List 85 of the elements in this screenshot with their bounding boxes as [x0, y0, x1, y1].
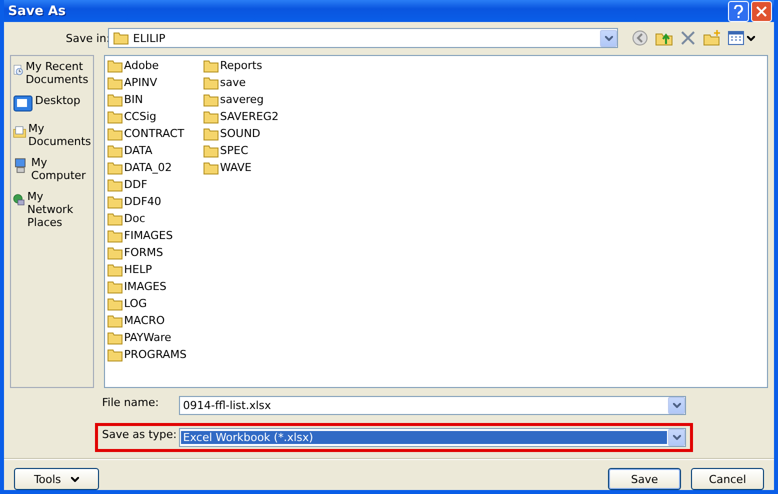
folder-name[interactable]: FORMS — [124, 246, 164, 259]
folder-name[interactable]: PAYWare — [124, 331, 172, 344]
delete-icon — [681, 31, 695, 45]
caret-icon — [71, 476, 80, 482]
folder-icon — [203, 58, 219, 72]
folder-name[interactable]: FIMAGES — [124, 229, 173, 242]
folder-name[interactable]: SOUND — [220, 127, 260, 140]
folder-name[interactable]: IMAGES — [124, 280, 167, 293]
file-type-dropdown[interactable]: Excel Workbook (*.xlsx) — [179, 428, 686, 447]
folder-name[interactable]: SPEC — [220, 144, 248, 157]
places-item[interactable]: My Recent Documents — [11, 58, 93, 88]
close-button[interactable] — [751, 0, 772, 22]
views-button[interactable] — [726, 28, 756, 48]
folder-name[interactable]: CONTRACT — [124, 127, 184, 140]
folder-name[interactable]: MACRO — [124, 314, 165, 327]
folder-icon — [203, 160, 219, 174]
folder-icon — [203, 126, 219, 140]
dropdown-button[interactable] — [668, 397, 685, 414]
folder-icon — [107, 144, 123, 158]
caret-icon — [604, 36, 612, 40]
caret-icon — [672, 435, 680, 440]
close-icon — [756, 6, 767, 16]
folder-name[interactable]: DATA_02 — [124, 161, 172, 174]
folder-name[interactable]: save — [220, 76, 246, 89]
folder-name[interactable]: DDF40 — [124, 195, 162, 208]
folder-icon — [107, 280, 123, 294]
folder-name[interactable]: PROGRAMS — [124, 348, 187, 361]
help-button[interactable] — [728, 0, 749, 22]
folder-icon — [203, 92, 219, 106]
caret-icon — [746, 36, 754, 40]
folder-icon — [107, 296, 123, 310]
folder-icon — [113, 31, 129, 45]
field-label: Save as type: — [102, 428, 178, 441]
folder-icon — [107, 178, 123, 192]
window-title: Save As — [8, 4, 66, 18]
dropdown-button[interactable] — [600, 30, 617, 46]
tools-button[interactable]: Tools — [14, 468, 99, 490]
dropdown-button[interactable] — [668, 429, 685, 446]
folder-name[interactable]: CCSig — [124, 110, 156, 123]
folder-icon — [107, 110, 123, 124]
folder-name[interactable]: LOG — [124, 297, 147, 310]
save-in-value: ELILIP — [133, 32, 166, 44]
places-item[interactable]: My Documents — [11, 120, 93, 150]
save-button[interactable]: Save — [608, 468, 681, 490]
folder-icon — [107, 126, 123, 140]
desktop-icon — [13, 94, 33, 114]
folder-icon — [107, 262, 123, 276]
folder-name[interactable]: WAVE — [220, 161, 252, 174]
folder-name[interactable]: Doc — [124, 212, 146, 225]
places-item[interactable]: My Computer — [11, 154, 93, 184]
folder-icon — [107, 212, 123, 226]
folder-icon — [107, 194, 123, 208]
help-icon — [734, 4, 743, 18]
folder-icon — [107, 58, 123, 72]
field-label: File name: — [102, 396, 160, 409]
folder-icon — [107, 314, 123, 328]
file-name-field[interactable]: 0914-ffl-list.xlsx — [179, 396, 686, 415]
folder-name[interactable]: BIN — [124, 93, 144, 106]
new-folder-icon — [703, 30, 721, 46]
folder-name[interactable]: Adobe — [124, 59, 159, 72]
back-button[interactable] — [630, 28, 650, 48]
folder-name[interactable]: HELP — [124, 263, 152, 276]
folder-icon — [107, 246, 123, 260]
folder-icon — [203, 110, 219, 124]
folder-name[interactable]: DATA — [124, 144, 152, 157]
folder-icon — [107, 348, 123, 362]
folder-name[interactable]: Reports — [220, 59, 262, 72]
places-item[interactable]: Desktop — [11, 92, 93, 116]
save-in-dropdown[interactable]: ELILIP — [108, 28, 618, 48]
places-item[interactable]: My Network Places — [11, 188, 93, 231]
folder-icon — [107, 330, 123, 344]
new-folder-button[interactable] — [702, 28, 722, 48]
caret-icon — [672, 403, 680, 408]
folder-icon — [107, 228, 123, 242]
folder-icon — [203, 144, 219, 158]
folder-icon — [107, 76, 123, 90]
folder-icon — [107, 92, 123, 106]
views-icon — [728, 31, 744, 45]
folder-name[interactable]: SAVEREG2 — [220, 110, 279, 123]
folder-name[interactable]: DDF — [124, 178, 148, 191]
folder-icon — [203, 76, 219, 90]
folder-name[interactable]: APINV — [124, 76, 158, 89]
folder-icon — [107, 160, 123, 174]
cancel-button[interactable]: Cancel — [691, 468, 764, 490]
folder-name[interactable]: savereg — [220, 93, 264, 106]
